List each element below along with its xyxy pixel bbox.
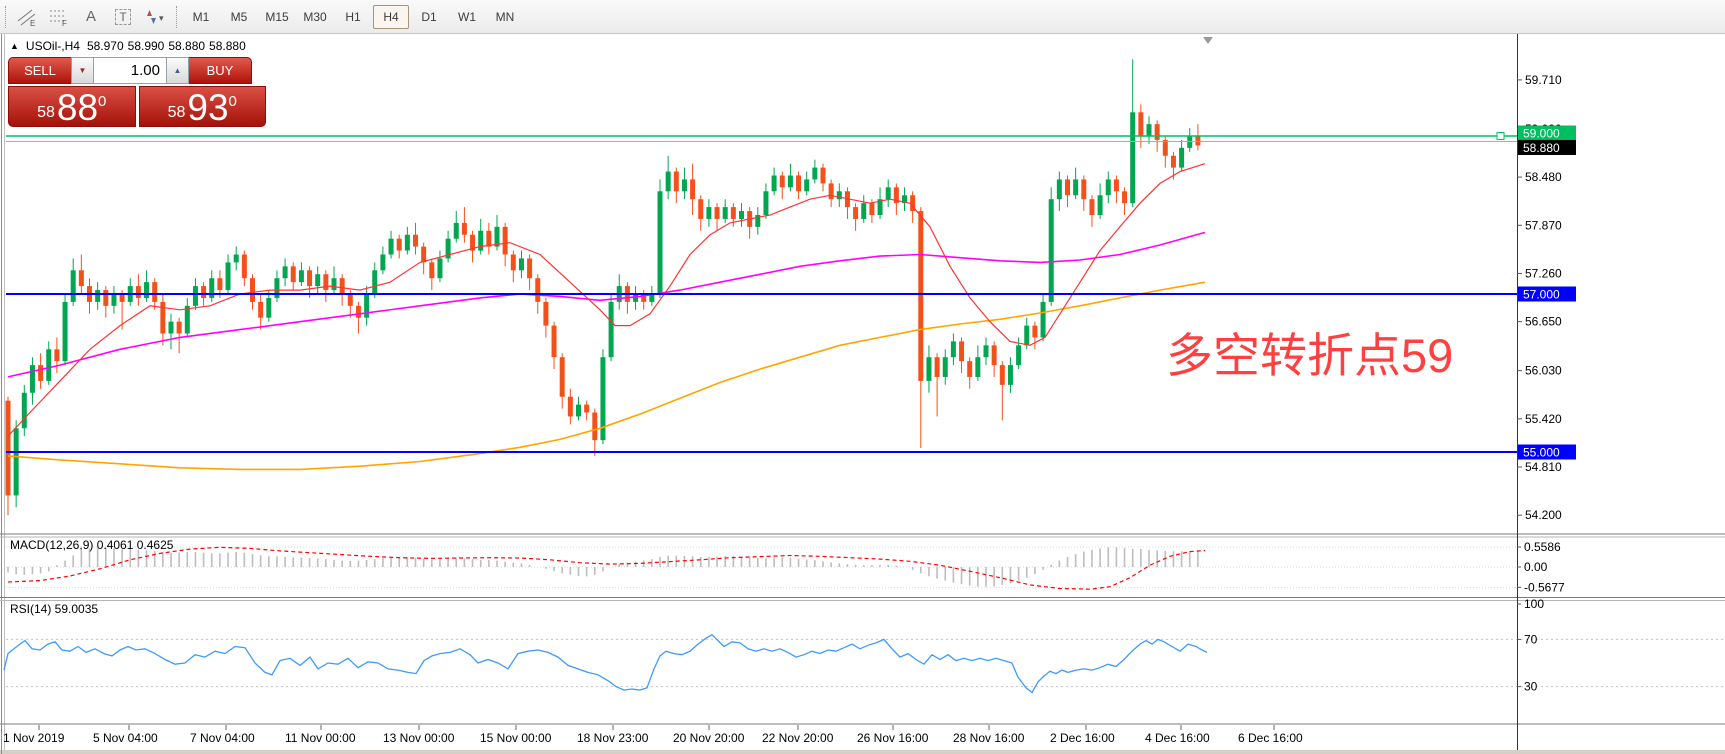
timeframe-group: M1M5M15M30H1H4D1W1MN bbox=[182, 5, 524, 29]
timeframe-button-MN[interactable]: MN bbox=[487, 5, 523, 29]
x-axis-date-label[interactable]: 6 Dec 16:00 bbox=[1238, 731, 1303, 745]
quote-low: 58.880 bbox=[168, 39, 205, 53]
quote-open: 58.970 bbox=[87, 39, 124, 53]
x-axis-date-label[interactable]: 4 Dec 16:00 bbox=[1145, 731, 1210, 745]
rsi-tick-label: 70 bbox=[1524, 632, 1538, 646]
price-tick-label: 56.030 bbox=[1525, 364, 1562, 378]
x-axis-date-label[interactable]: 26 Nov 16:00 bbox=[857, 731, 929, 745]
x-axis-date-label[interactable]: 22 Nov 20:00 bbox=[762, 731, 834, 745]
rsi-tick-label: 30 bbox=[1524, 680, 1538, 694]
timeframe-button-M30[interactable]: M30 bbox=[297, 5, 333, 29]
volume-increase-button[interactable]: ▲ bbox=[167, 57, 189, 84]
price-badge-label: 55.000 bbox=[1523, 446, 1560, 460]
buy-button[interactable]: BUY bbox=[189, 57, 252, 84]
annotation-text[interactable]: 多空转折点59 bbox=[1166, 317, 1453, 386]
sell-button[interactable]: SELL bbox=[8, 57, 71, 84]
svg-text:▾: ▾ bbox=[159, 13, 164, 23]
buy-price-big: 93 bbox=[187, 92, 228, 125]
volume-input[interactable] bbox=[93, 57, 167, 84]
price-tick-label: 54.810 bbox=[1525, 460, 1562, 474]
macd-label: MACD(12,26,9) 0.4061 0.4625 bbox=[10, 538, 174, 552]
one-click-trading-widget: SELL ▼ ▲ BUY 58 88 0 58 93 0 bbox=[8, 57, 266, 127]
window-bottom-edge bbox=[0, 750, 1725, 754]
arrow-tools-icon[interactable]: ▾ bbox=[140, 4, 170, 29]
volume-decrease-button[interactable]: ▼ bbox=[71, 57, 93, 84]
sell-price-small: 58 bbox=[37, 105, 55, 121]
text-icon[interactable]: A bbox=[76, 4, 106, 29]
price-badge-label: 58.880 bbox=[1523, 141, 1560, 155]
price-tick-label: 57.870 bbox=[1525, 218, 1562, 232]
macd-tick-label: 0.5586 bbox=[1524, 540, 1561, 554]
buy-price-panel[interactable]: 58 93 0 bbox=[139, 86, 267, 127]
price-tick-label: 54.200 bbox=[1525, 508, 1562, 522]
collapse-arrow-icon[interactable]: ▲ bbox=[10, 41, 19, 51]
price-tick-label: 58.480 bbox=[1525, 170, 1562, 184]
toolbar: E F AT ▾ M1M5M15M30H1H4D1W1MN bbox=[0, 0, 1725, 34]
sell-price-sup: 0 bbox=[98, 94, 106, 109]
text-label-icon[interactable]: T bbox=[108, 4, 138, 29]
x-axis-date-label[interactable]: 1 Nov 2019 bbox=[3, 731, 65, 745]
timeframe-button-M1[interactable]: M1 bbox=[183, 5, 219, 29]
chart-header: ▲ USOil-,H4 58.970 58.990 58.880 58.880 bbox=[10, 39, 246, 53]
buy-price-small: 58 bbox=[168, 105, 186, 121]
svg-text:E: E bbox=[30, 19, 35, 27]
timeframe-button-W1[interactable]: W1 bbox=[449, 5, 485, 29]
price-badge-label: 57.000 bbox=[1523, 288, 1560, 302]
x-axis-date-label[interactable]: 18 Nov 23:00 bbox=[577, 731, 649, 745]
quote-high: 58.990 bbox=[128, 39, 165, 53]
price-tick-label: 57.260 bbox=[1525, 266, 1562, 280]
timeframe-button-H4[interactable]: H4 bbox=[373, 5, 409, 29]
buy-price-sup: 0 bbox=[229, 94, 237, 109]
sell-price-panel[interactable]: 58 88 0 bbox=[8, 86, 136, 127]
svg-text:F: F bbox=[62, 19, 67, 27]
price-tick-label: 55.420 bbox=[1525, 412, 1562, 426]
price-tick-label: 56.650 bbox=[1525, 315, 1562, 329]
x-axis-date-label[interactable]: 15 Nov 00:00 bbox=[480, 731, 552, 745]
line-drag-handle[interactable] bbox=[1497, 133, 1504, 140]
x-axis-date-label[interactable]: 13 Nov 00:00 bbox=[383, 731, 455, 745]
symbol-period-label: USOil-,H4 bbox=[26, 39, 80, 53]
macd-tick-label: 0.00 bbox=[1524, 560, 1548, 574]
x-axis-date-label[interactable]: 7 Nov 04:00 bbox=[190, 731, 255, 745]
x-axis-date-label[interactable]: 2 Dec 16:00 bbox=[1050, 731, 1115, 745]
equidistant-channel-icon[interactable]: E bbox=[12, 4, 42, 29]
chart-background bbox=[0, 33, 1725, 750]
timeframe-button-H1[interactable]: H1 bbox=[335, 5, 371, 29]
fibonacci-lines-icon[interactable]: F bbox=[44, 4, 74, 29]
rsi-tick-label: 100 bbox=[1524, 597, 1544, 611]
timeframe-button-M5[interactable]: M5 bbox=[221, 5, 257, 29]
macd-tick-label: -0.5677 bbox=[1524, 580, 1565, 594]
rsi-label: RSI(14) 59.0035 bbox=[10, 602, 98, 616]
timeframe-button-D1[interactable]: D1 bbox=[411, 5, 447, 29]
sell-price-big: 88 bbox=[57, 92, 98, 125]
x-axis-date-label[interactable]: 28 Nov 16:00 bbox=[953, 731, 1025, 745]
quote-close: 58.880 bbox=[209, 39, 246, 53]
toolbar-grip[interactable] bbox=[5, 6, 6, 28]
toolbar-separator bbox=[176, 6, 177, 28]
price-badge-label: 59.000 bbox=[1523, 127, 1560, 141]
x-axis-date-label[interactable]: 20 Nov 20:00 bbox=[673, 731, 745, 745]
x-axis-date-label[interactable]: 5 Nov 04:00 bbox=[93, 731, 158, 745]
price-tick-label: 59.710 bbox=[1525, 73, 1562, 87]
x-axis-date-label[interactable]: 11 Nov 00:00 bbox=[285, 731, 356, 745]
timeframe-button-M15[interactable]: M15 bbox=[259, 5, 295, 29]
